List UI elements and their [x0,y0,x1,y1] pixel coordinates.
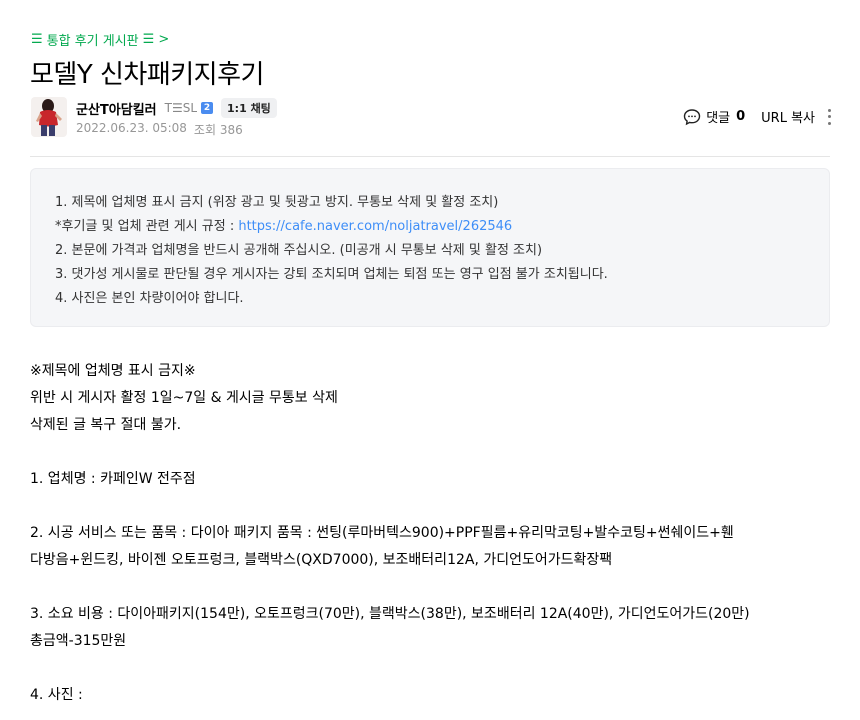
avatar-image [31,97,67,137]
comment-label[interactable]: 댓글 [706,107,730,126]
article-body: ※제목에 업체명 표시 금지※ 위반 시 게시자 활정 1일~7일 & 게시글 … [30,358,830,709]
body-company: 1. 업체명 : 카페인W 전주점 [30,471,196,487]
board-link[interactable]: ☰ 통합 후기 게시판 ☰ > [31,30,169,49]
chevron-right-icon: > [158,32,170,47]
body-service-cont: 다방음+윈드킹, 바이젠 오토프렁크, 블랙박스(QXD7000), 보조배터리… [30,552,613,568]
body-cost: 3. 소요 비용 : 다이아패키지(154만), 오토프렁크(70만), 블랙박… [30,606,750,622]
view-count: 조회 386 [193,123,243,137]
body-warning-penalty: 위반 시 게시자 활정 1일~7일 & 게시글 무통보 삭제 [30,390,338,406]
comment-icon[interactable] [683,108,701,126]
avatar[interactable] [31,97,67,137]
body-photo: 4. 사진 : [30,687,83,703]
notice-line-2: *후기글 및 업체 관련 게시 규정 : https://cafe.naver.… [55,215,805,239]
body-service: 2. 시공 서비스 또는 품목 : 다이아 패키지 품목 : 썬팅(루마버텍스9… [30,525,734,541]
member-grade: T☰SL [164,101,198,115]
notice-line-1: 1. 제목에 업체명 표시 금지 (위장 광고 및 뒷광고 방지. 무통보 삭제… [55,195,499,210]
more-options-icon[interactable] [827,108,831,125]
body-warning-restore: 삭제된 글 복구 절대 불가. [30,417,182,433]
menu-icon: ☰ [31,32,43,47]
rules-link[interactable]: https://cafe.naver.com/noljatravel/26254… [238,219,512,234]
comment-count: 0 [736,109,746,124]
notice-line-3: 2. 본문에 가격과 업체명을 반드시 공개해 주십시오. (미공개 시 무통보… [55,243,543,258]
notice-rule-label: *후기글 및 업체 관련 게시 규정 : [55,219,239,234]
article-title: 모델Y 신차패키지후기 [30,60,264,90]
article-tools: 댓글 0 URL 복사 [683,107,831,126]
author-block: 군산T아담킬러 T☰SL 2 1:1 채팅 2022.06.23. 05:08 … [31,97,277,138]
header-divider [30,156,830,157]
body-warning-title: ※제목에 업체명 표시 금지※ [30,363,196,379]
url-copy-button[interactable]: URL 복사 [761,107,815,126]
notice-line-5: 4. 사진은 본인 차량이어야 합니다. [55,291,244,306]
body-total: 총금액-315만원 [30,633,127,649]
notice-box: 1. 제목에 업체명 표시 금지 (위장 광고 및 뒷광고 방지. 무통보 삭제… [30,168,830,327]
menu-icon: ☰ [142,32,155,47]
article-page: ☰ 통합 후기 게시판 ☰ > 모델Y 신차패키지후기 군산T아담킬러 T☰SL… [0,0,860,720]
post-date: 2022.06.23. 05:08 [76,121,187,135]
notice-line-4: 3. 댓가성 게시물로 판단될 경우 게시자는 강퇴 조치되며 업체는 퇴점 또… [55,267,608,282]
author-nickname[interactable]: 군산T아담킬러 [76,99,157,118]
board-name: 통합 후기 게시판 [46,34,139,49]
level-badge: 2 [201,102,214,114]
chat-button[interactable]: 1:1 채팅 [221,98,277,118]
